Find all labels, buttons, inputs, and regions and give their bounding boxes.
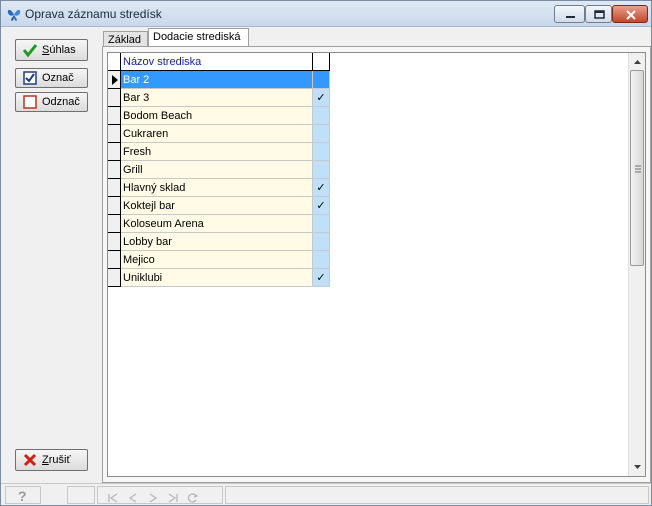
maximize-button[interactable]	[585, 5, 612, 23]
cell-check[interactable]	[313, 215, 330, 233]
tab-page: Názov strediska Bar 2 Bar 3 ✓ Bodom Beach Cu…	[102, 46, 651, 483]
cell-name[interactable]: Hlavný sklad	[121, 179, 313, 197]
row-indicator[interactable]	[108, 89, 121, 107]
vertical-scrollbar[interactable]	[628, 53, 645, 476]
dialog-window: Oprava záznamu stredísk Súhlas Označ Odz…	[0, 0, 652, 506]
cell-name[interactable]: Bar 3	[121, 89, 313, 107]
suhlas-label: Súhlas	[42, 44, 76, 56]
scroll-down-icon[interactable]	[629, 459, 646, 476]
nav-cell	[97, 486, 223, 504]
row-indicator[interactable]	[108, 179, 121, 197]
svg-text:?: ?	[18, 488, 27, 503]
column-header-check[interactable]	[313, 53, 330, 71]
status-bar: ?	[1, 483, 651, 505]
status-cell	[67, 486, 95, 504]
cell-check[interactable]	[313, 143, 330, 161]
action-panel: Súhlas Označ Odznač Zrušiť	[1, 28, 102, 483]
help-cell[interactable]: ?	[5, 486, 41, 504]
cell-check[interactable]	[313, 125, 330, 143]
status-message-cell	[225, 486, 649, 504]
cell-check[interactable]: ✓	[313, 89, 330, 107]
table-row[interactable]: Fresh	[108, 143, 330, 161]
cell-check[interactable]	[313, 233, 330, 251]
row-indicator[interactable]	[108, 107, 121, 125]
x-icon	[23, 453, 37, 467]
suhlas-button[interactable]: Súhlas	[15, 39, 88, 61]
odznac-button[interactable]: Odznač	[15, 92, 88, 112]
cell-name[interactable]: Koloseum Arena	[121, 215, 313, 233]
minimize-button[interactable]	[554, 5, 585, 23]
checked-box-icon	[23, 71, 37, 85]
cell-name[interactable]: Uniklubi	[121, 269, 313, 287]
cell-name[interactable]: Grill	[121, 161, 313, 179]
cell-name[interactable]: Mejico	[121, 251, 313, 269]
close-button[interactable]	[612, 5, 648, 23]
table-row[interactable]: Uniklubi ✓	[108, 269, 330, 287]
table-row[interactable]: Koloseum Arena	[108, 215, 330, 233]
cell-check[interactable]	[313, 107, 330, 125]
butterfly-icon	[7, 9, 21, 21]
cell-check[interactable]: ✓	[313, 179, 330, 197]
column-header-name[interactable]: Názov strediska	[121, 53, 313, 71]
cell-name[interactable]: Bodom Beach	[121, 107, 313, 125]
cell-name[interactable]: Fresh	[121, 143, 313, 161]
minimize-icon	[566, 16, 575, 18]
unchecked-box-icon	[23, 95, 37, 109]
cell-check[interactable]: ✓	[313, 269, 330, 287]
cell-name[interactable]: Bar 2	[121, 71, 313, 89]
refresh-icon[interactable]	[188, 493, 198, 503]
row-indicator[interactable]	[108, 233, 121, 251]
tab-dodacie-strediska[interactable]: Dodacie strediská	[148, 28, 249, 48]
help-icon: ?	[18, 488, 27, 504]
row-indicator[interactable]	[108, 215, 121, 233]
strediska-grid[interactable]: Názov strediska Bar 2 Bar 3 ✓ Bodom Beach Cu…	[107, 52, 646, 477]
zrusit-button[interactable]: Zrušiť	[15, 449, 88, 471]
table-row[interactable]: Bar 2	[108, 71, 330, 89]
oznac-label: Označ	[42, 72, 74, 84]
oznac-button[interactable]: Označ	[15, 68, 88, 88]
table-row[interactable]: Cukraren	[108, 125, 330, 143]
cell-name[interactable]: Cukraren	[121, 125, 313, 143]
next-record-icon[interactable]	[148, 493, 158, 503]
table-row[interactable]: Bar 3 ✓	[108, 89, 330, 107]
zrusit-label: Zrušiť	[42, 454, 71, 466]
first-record-icon[interactable]	[108, 493, 118, 503]
row-indicator[interactable]	[108, 197, 121, 215]
row-indicator[interactable]	[108, 161, 121, 179]
grip-icon	[635, 165, 641, 173]
check-icon	[22, 44, 38, 58]
maximize-icon	[594, 10, 605, 19]
cell-check[interactable]: ✓	[313, 197, 330, 215]
odznac-label: Odznač	[42, 96, 80, 108]
table-row[interactable]: Bodom Beach	[108, 107, 330, 125]
table-row[interactable]: Hlavný sklad ✓	[108, 179, 330, 197]
cell-check[interactable]	[313, 251, 330, 269]
row-indicator[interactable]	[108, 251, 121, 269]
last-record-icon[interactable]	[168, 493, 178, 503]
prev-record-icon[interactable]	[128, 493, 138, 503]
close-icon	[626, 10, 636, 20]
row-indicator[interactable]	[108, 71, 121, 89]
cell-check[interactable]	[313, 71, 330, 89]
row-indicator[interactable]	[108, 143, 121, 161]
cell-name[interactable]: Lobby bar	[121, 233, 313, 251]
title-bar[interactable]: Oprava záznamu stredísk	[1, 1, 651, 27]
row-indicator[interactable]	[108, 125, 121, 143]
cell-name[interactable]: Koktejl bar	[121, 197, 313, 215]
table-row[interactable]: Grill	[108, 161, 330, 179]
window-title: Oprava záznamu stredísk	[25, 7, 162, 21]
cell-check[interactable]	[313, 161, 330, 179]
header-indicator-cell	[108, 53, 121, 71]
table-row[interactable]: Mejico	[108, 251, 330, 269]
scroll-thumb[interactable]	[630, 70, 644, 266]
current-row-pointer-icon	[112, 75, 118, 85]
scroll-up-icon[interactable]	[629, 53, 646, 70]
tab-zaklad[interactable]: Základ	[103, 31, 148, 47]
row-indicator[interactable]	[108, 269, 121, 287]
table-row[interactable]: Lobby bar	[108, 233, 330, 251]
table-row[interactable]: Koktejl bar ✓	[108, 197, 330, 215]
